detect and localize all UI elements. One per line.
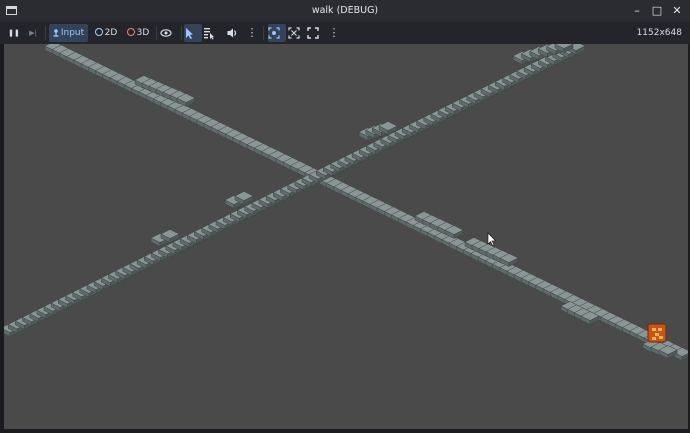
toolbar-separator	[181, 26, 182, 40]
close-button[interactable]: ✕	[668, 2, 686, 20]
select-tool-button[interactable]	[184, 24, 202, 42]
input-mode-label: Input	[60, 28, 85, 38]
input-mode-button[interactable]: Input	[49, 24, 88, 42]
maximize-button[interactable]: □	[648, 2, 666, 20]
game-viewport[interactable]	[4, 44, 688, 429]
game-window: walk (DEBUG) – □ ✕ ❚❚ ▶| Input 2D 3D ⋮ ⋮…	[0, 0, 690, 433]
mode-2d-button[interactable]: 2D	[92, 24, 120, 42]
toolbar-separator	[263, 26, 264, 40]
resolution-label: 1152x648	[636, 28, 682, 38]
speaker-icon	[226, 24, 244, 42]
mode-3d-label: 3D	[136, 28, 150, 38]
next-frame-button[interactable]: ▶|	[24, 24, 42, 42]
pause-button[interactable]: ❚❚	[5, 24, 23, 42]
mode-2d-label: 2D	[104, 28, 118, 38]
list-cursor-icon	[203, 24, 221, 42]
cursor-arrow-icon	[184, 24, 202, 42]
speaker-button[interactable]	[226, 24, 244, 42]
circle-3d-icon	[126, 28, 135, 36]
toolbar-separator	[156, 26, 157, 40]
title-bar: walk (DEBUG) – □ ✕	[0, 0, 690, 23]
expand-button[interactable]	[288, 24, 306, 42]
circle-2d-icon	[94, 28, 103, 36]
toolbar-separator	[45, 26, 46, 40]
player-character-sprite	[647, 323, 667, 343]
minimize-button[interactable]: –	[628, 2, 646, 20]
visibility-button[interactable]	[160, 24, 178, 42]
camera-menu-button[interactable]: ⋮	[327, 24, 341, 42]
debug-toolbar: ❚❚ ▶| Input 2D 3D ⋮ ⋮	[0, 22, 690, 44]
isometric-scene	[4, 44, 688, 361]
camera-override-button[interactable]	[268, 24, 286, 42]
camera-focus-icon	[268, 24, 286, 42]
options-menu-button[interactable]: ⋮	[245, 24, 259, 42]
expand-corners-icon	[288, 24, 306, 42]
window-bottom-border	[0, 429, 690, 433]
list-select-button[interactable]	[203, 24, 221, 42]
mode-3d-button[interactable]: 3D	[124, 24, 152, 42]
eye-icon	[160, 24, 178, 42]
window-title: walk (DEBUG)	[311, 5, 379, 16]
mouse-cursor-icon	[487, 232, 497, 247]
fullscreen-icon	[307, 24, 325, 42]
joystick-icon	[53, 29, 59, 37]
fullscreen-button[interactable]	[307, 24, 325, 42]
